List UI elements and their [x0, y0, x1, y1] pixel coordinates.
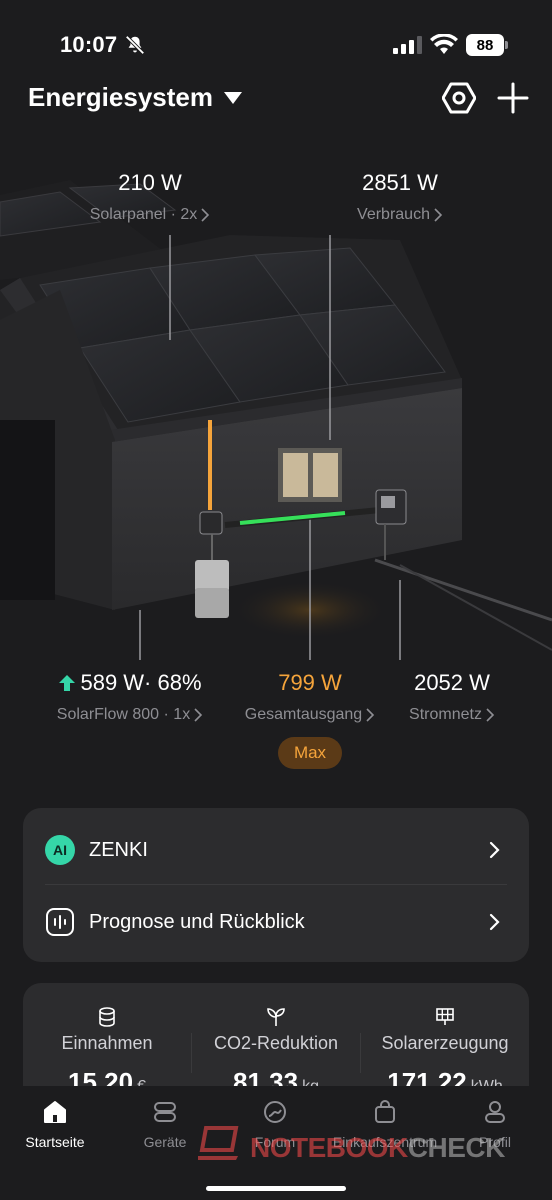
- chevron-right-icon: [201, 208, 210, 222]
- database-icon: [99, 1007, 115, 1027]
- menu-item-zenki[interactable]: AI ZENKI: [23, 812, 529, 888]
- battery-indicator: 88: [466, 34, 504, 56]
- stat-income[interactable]: Einnahmen 15,20€: [23, 983, 191, 1097]
- solar-grid-icon: [436, 1008, 454, 1025]
- chevron-right-icon: [489, 913, 500, 931]
- arrow-up-icon: [59, 675, 76, 691]
- max-mode-badge[interactable]: Max: [278, 737, 342, 769]
- home-icon: [44, 1101, 66, 1123]
- chevron-right-icon: [194, 708, 203, 722]
- grid-link[interactable]: Stromnetz: [396, 706, 508, 724]
- sprout-icon: [267, 1008, 285, 1026]
- caret-down-icon: [223, 91, 242, 104]
- stat-solar-generation[interactable]: Solarerzeugung 171,22kWh: [361, 983, 529, 1097]
- laptop-logo-icon: [198, 1126, 239, 1160]
- total-output-link[interactable]: Gesamtausgang: [226, 706, 394, 724]
- menu-item-label: ZENKI: [89, 838, 148, 861]
- watermark-text-gray: CHECK: [407, 1132, 506, 1163]
- solar-power-value: 210 W: [118, 170, 182, 195]
- consumption-stat[interactable]: 2851 W Verbrauch: [320, 170, 480, 224]
- page-title: Energiesystem: [28, 82, 213, 112]
- chevron-right-icon: [366, 708, 375, 722]
- ai-icon: AI: [45, 835, 75, 865]
- solarflow-value: 589 W· 68%: [80, 670, 202, 695]
- total-output-stat[interactable]: 799 W Gesamtausgang: [226, 670, 394, 724]
- tab-home[interactable]: Startseite: [0, 1098, 110, 1150]
- notebookcheck-watermark: NOTEBOOKCHECK: [198, 1118, 548, 1168]
- watermark-text-red: NOTEBOOK: [250, 1132, 408, 1163]
- grid-value: 2052 W: [414, 670, 490, 695]
- bell-off-icon: [125, 35, 145, 55]
- total-output-label: Gesamtausgang: [244, 706, 363, 723]
- solarflow-label: SolarFlow 800 · 1x: [56, 706, 191, 723]
- solarflow-link[interactable]: SolarFlow 800 · 1x: [30, 706, 230, 724]
- consumption-link[interactable]: Verbrauch: [320, 206, 480, 224]
- devices-icon: [154, 1102, 176, 1122]
- grid-stat[interactable]: 2052 W Stromnetz: [396, 670, 508, 724]
- tab-label: Startseite: [25, 1134, 85, 1150]
- menu-card: AI ZENKI Prognose und Rückblick: [23, 808, 529, 962]
- plus-icon[interactable]: [496, 81, 530, 115]
- solar-panel-label: Solarpanel · 2x: [89, 206, 198, 223]
- forecast-icon: [46, 908, 74, 936]
- home-indicator: [206, 1186, 346, 1191]
- status-time: 10:07: [60, 32, 118, 57]
- consumption-value: 2851 W: [362, 170, 438, 195]
- grid-label: Stromnetz: [409, 706, 482, 723]
- menu-item-forecast[interactable]: Prognose und Rückblick: [23, 884, 529, 960]
- energy-scene: 210 W Solarpanel · 2x 2851 W Verbrauch 5…: [0, 140, 552, 800]
- chevron-right-icon: [434, 208, 443, 222]
- wifi-icon: [430, 34, 458, 54]
- stat-title: Solarerzeugung: [381, 1033, 509, 1053]
- battery-level: 88: [476, 36, 494, 54]
- total-output-value: 799 W: [278, 670, 342, 695]
- chevron-right-icon: [489, 841, 500, 859]
- consumption-label: Verbrauch: [357, 206, 430, 223]
- menu-item-label: Prognose und Rückblick: [89, 910, 305, 933]
- stat-title: Einnahmen: [61, 1033, 153, 1053]
- stat-co2[interactable]: CO2-Reduktion 81,33kg: [192, 983, 360, 1097]
- solarflow-stat[interactable]: 589 W· 68% SolarFlow 800 · 1x: [30, 670, 230, 724]
- system-selector[interactable]: Energiesystem: [28, 82, 243, 113]
- stat-title: CO2-Reduktion: [213, 1033, 339, 1053]
- hex-settings-icon[interactable]: [442, 81, 476, 115]
- battery-nub: [505, 41, 508, 49]
- chevron-right-icon: [486, 708, 495, 722]
- solar-panel-stat[interactable]: 210 W Solarpanel · 2x: [60, 170, 240, 224]
- solar-panel-link[interactable]: Solarpanel · 2x: [60, 206, 240, 224]
- cell-signal-icon: [393, 36, 422, 54]
- status-bar: 10:07 88: [0, 0, 552, 90]
